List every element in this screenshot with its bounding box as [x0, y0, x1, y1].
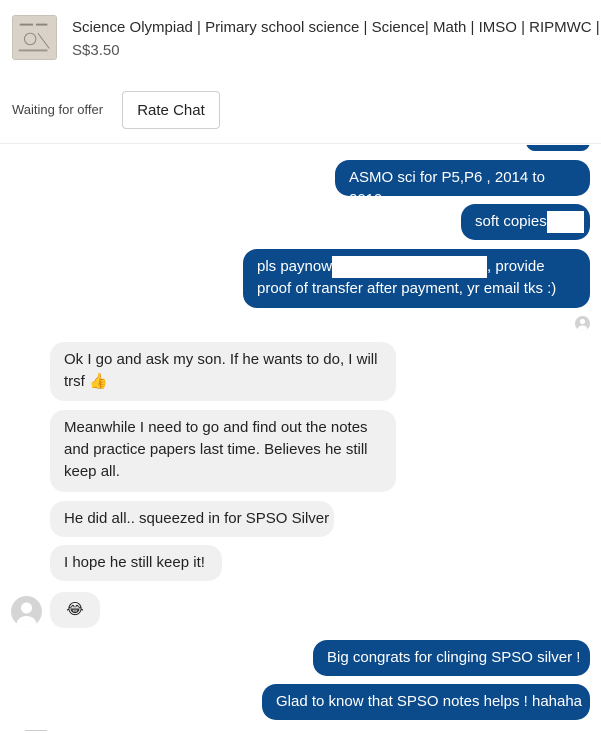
message-bubble: ASMO sci for P5,P6 , 2014 to 2019	[335, 160, 590, 208]
message-text: soft copies	[475, 213, 547, 230]
message-bubble: Big congrats for clinging SPSO silver !	[313, 640, 590, 676]
offer-status-bar: Waiting for offer Rate Chat	[0, 78, 601, 144]
message-bubble: He did all.. squeezed in for SPSO Silver	[50, 501, 334, 537]
user-avatar-icon[interactable]	[11, 596, 42, 627]
message-bubble: soft copies	[461, 204, 590, 240]
message-bubble: Meanwhile I need to go and find out the …	[50, 410, 396, 492]
redacted-block	[332, 256, 488, 279]
listing-header[interactable]: Science Olympiad | Primary school scienc…	[0, 0, 601, 78]
listing-thumbnail[interactable]	[12, 15, 57, 60]
message-bubble: I hope he still keep it!	[50, 545, 222, 581]
rate-chat-button[interactable]: Rate Chat	[122, 91, 220, 129]
message-bubble-emoji: 😂	[50, 592, 100, 628]
redacted-block	[546, 211, 584, 234]
offer-status: Waiting for offer	[12, 102, 104, 117]
seen-avatar-icon	[575, 316, 590, 331]
chat-thread[interactable]: ASMO sci for P5,P6 , 2014 to 2019 soft c…	[0, 145, 601, 733]
listing-thumbnail-icon	[13, 16, 56, 59]
message-bubble: pls paynow, provide proof of transfer af…	[243, 249, 590, 308]
listing-price: S$3.50	[72, 42, 120, 59]
message-bubble-partial	[526, 145, 590, 151]
message-bubble: Ok I go and ask my son. If he wants to d…	[50, 342, 396, 401]
message-text: pls paynow	[257, 258, 333, 275]
listing-title[interactable]: Science Olympiad | Primary school scienc…	[72, 19, 601, 36]
message-bubble: Glad to know that SPSO notes helps ! hah…	[262, 684, 590, 720]
